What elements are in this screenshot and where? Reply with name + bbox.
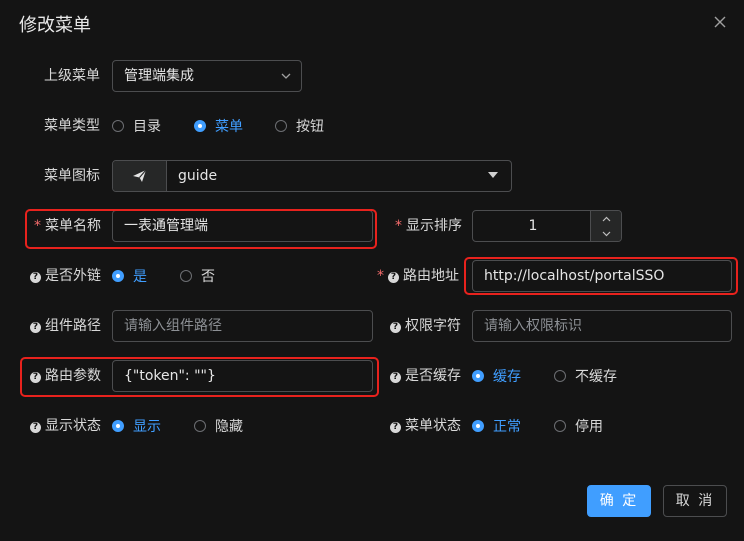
visible-label-text: 显示状态 [45,418,101,434]
paper-plane-icon [133,169,147,182]
required-mark: * [34,218,41,234]
cache-radio-no[interactable]: 不缓存 [554,366,617,386]
radio-label: 目录 [133,119,161,135]
help-icon[interactable]: ? [390,422,401,433]
component-path-label-text: 组件路径 [45,318,101,334]
caret-down-icon [488,172,498,178]
required-mark: * [377,268,384,284]
help-icon[interactable]: ? [390,372,401,383]
visible-label: ? 显示状态 [30,416,101,436]
external-radio-no[interactable]: 否 [180,266,215,286]
help-icon[interactable]: ? [30,272,41,283]
radio-label: 不缓存 [575,369,617,385]
status-label: ? 菜单状态 [390,416,461,436]
component-path-input[interactable]: 请输入组件路径 [112,310,373,342]
menu-type-radio-menu[interactable]: 菜单 [194,116,243,136]
menu-name-label: * 菜单名称 [34,216,101,236]
radio-dot [472,370,484,382]
is-cache-label-text: 是否缓存 [405,368,461,384]
menu-icon-value: guide [178,168,218,184]
menu-type-radio-directory[interactable]: 目录 [112,116,161,136]
chevron-up-icon [602,216,610,221]
radio-dot [194,420,206,432]
edit-menu-dialog: 修改菜单 上级菜单 管理端集成 菜单类型 目录 菜单 按钮 菜单图标 guide… [0,0,744,541]
radio-label: 正常 [493,419,521,435]
cache-radio-yes[interactable]: 缓存 [472,366,521,386]
radio-label: 菜单 [215,119,243,135]
close-icon[interactable] [711,13,729,31]
increase-button[interactable] [590,211,621,227]
external-radio-yes[interactable]: 是 [112,266,147,286]
menu-icon-select[interactable]: guide [112,160,512,192]
display-order-label: * 显示排序 [395,216,462,236]
visible-radio-show[interactable]: 显示 [112,416,161,436]
icon-preview [113,161,167,191]
menu-type-radio-button[interactable]: 按钮 [275,116,324,136]
parent-menu-select[interactable]: 管理端集成 [112,60,302,92]
radio-dot [472,420,484,432]
display-order-stepper[interactable]: 1 [472,210,622,242]
chevron-down-icon [281,73,291,79]
menu-icon-label: 菜单图标 [44,168,100,184]
visible-radio-hide[interactable]: 隐藏 [194,416,243,436]
route-params-label-text: 路由参数 [45,368,101,384]
permission-label: ? 权限字符 [390,316,461,336]
display-order-label-text: 显示排序 [406,218,462,234]
radio-dot [112,120,124,132]
route-path-label-text: 路由地址 [403,268,459,284]
radio-dot [275,120,287,132]
component-path-label: ? 组件路径 [30,316,101,336]
radio-dot [112,420,124,432]
route-params-label: ? 路由参数 [30,366,101,386]
radio-dot [554,420,566,432]
status-radio-disabled[interactable]: 停用 [554,416,603,436]
dialog-title: 修改菜单 [19,15,91,36]
menu-type-label: 菜单类型 [44,118,100,134]
radio-label: 否 [201,269,215,285]
status-label-text: 菜单状态 [405,418,461,434]
is-external-label-text: 是否外链 [45,268,101,284]
radio-label: 停用 [575,419,603,435]
is-cache-label: ? 是否缓存 [390,366,461,386]
radio-dot [554,370,566,382]
radio-label: 显示 [133,419,161,435]
help-icon[interactable]: ? [388,272,399,283]
radio-dot [112,270,124,282]
chevron-down-icon [602,231,610,236]
help-icon[interactable]: ? [30,422,41,433]
radio-label: 按钮 [296,119,324,135]
radio-label: 隐藏 [215,419,243,435]
radio-dot [180,270,192,282]
decrease-button[interactable] [590,226,621,241]
confirm-button[interactable]: 确 定 [587,485,651,517]
route-path-label: *? 路由地址 [377,266,459,286]
help-icon[interactable]: ? [30,322,41,333]
help-icon[interactable]: ? [30,372,41,383]
permission-input[interactable]: 请输入权限标识 [472,310,732,342]
help-icon[interactable]: ? [390,322,401,333]
permission-label-text: 权限字符 [405,318,461,334]
is-external-label: ? 是否外链 [30,266,101,286]
route-params-input[interactable]: {"token": ""} [112,360,373,392]
parent-menu-label: 上级菜单 [44,68,100,84]
required-mark: * [395,218,402,234]
menu-name-label-text: 菜单名称 [45,218,101,234]
status-radio-normal[interactable]: 正常 [472,416,521,436]
radio-label: 缓存 [493,369,521,385]
radio-label: 是 [133,269,147,285]
cancel-button[interactable]: 取 消 [663,485,727,517]
radio-dot [194,120,206,132]
display-order-value: 1 [528,218,538,234]
route-path-input[interactable]: http://localhost/portalSSO [472,260,732,292]
parent-menu-value: 管理端集成 [124,68,194,84]
menu-name-input[interactable]: 一表通管理端 [112,210,373,242]
